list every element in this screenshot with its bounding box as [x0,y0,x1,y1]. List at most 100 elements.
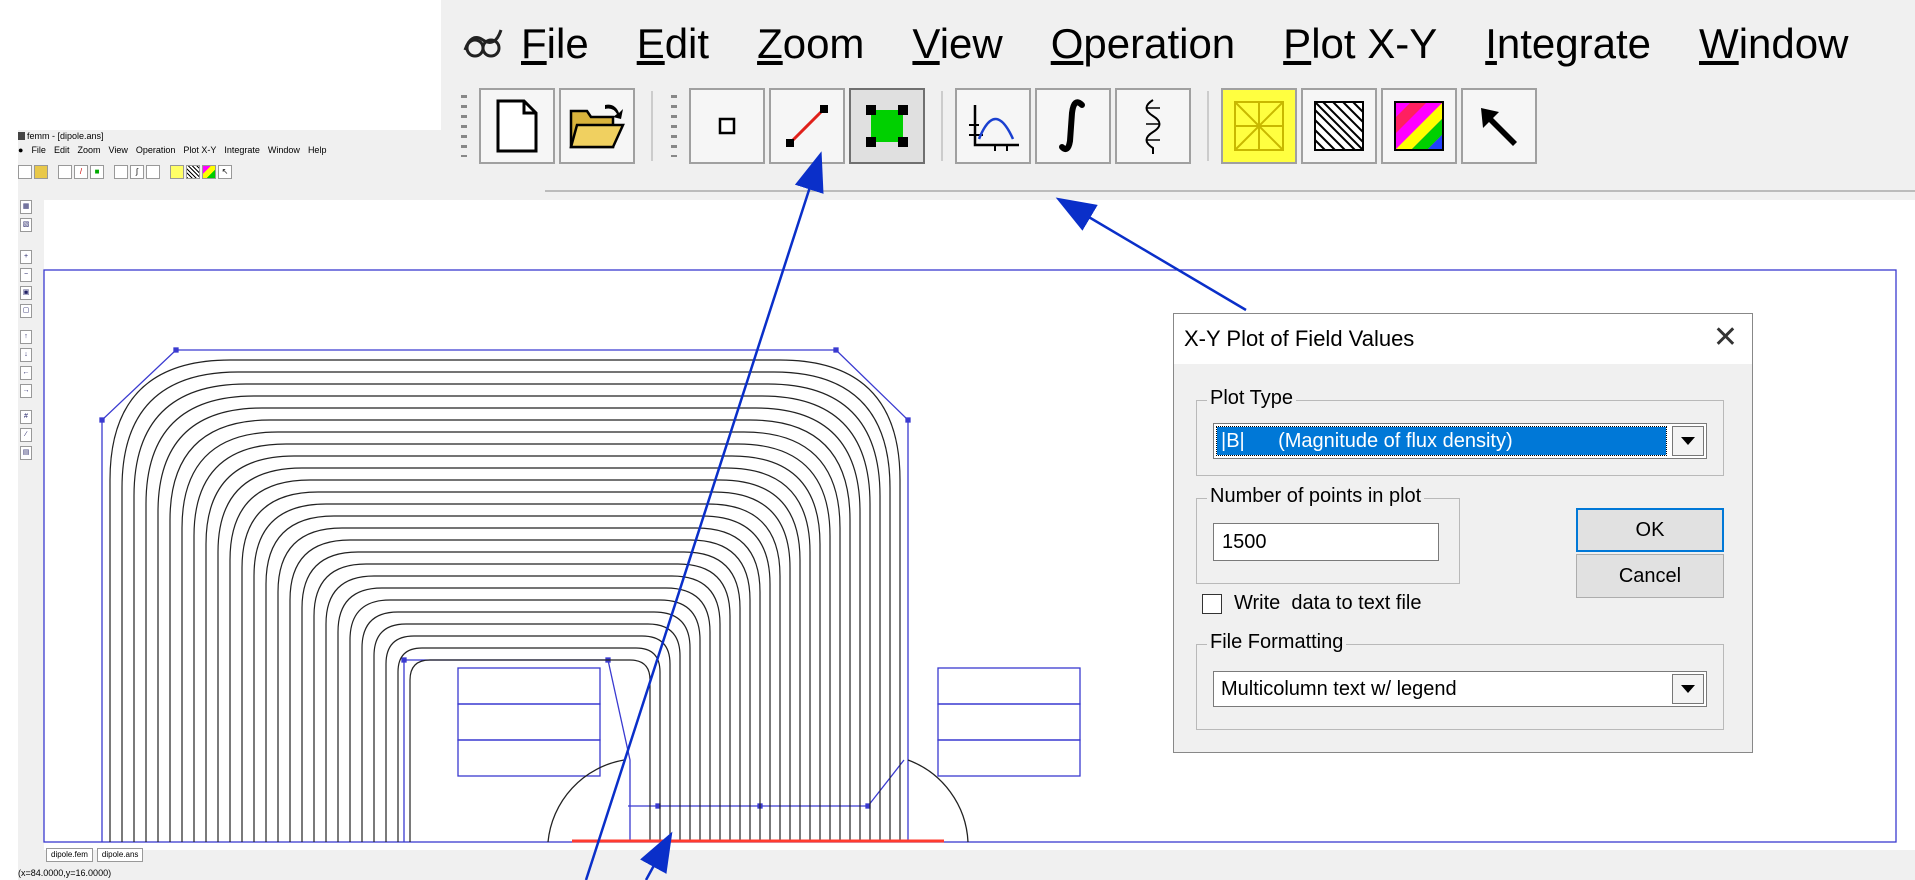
flux-line-12 [253,503,781,842]
dialog-titlebar: X-Y Plot of Field Values ✕ [1174,314,1752,364]
flux-line-2 [133,383,881,842]
flux-line-18 [325,575,721,842]
new-file-button[interactable] [479,88,555,164]
new-file-icon [496,99,538,153]
close-icon[interactable]: ✕ [1713,322,1738,354]
flux-line-17 [313,563,731,842]
flux-line-10 [229,479,801,842]
integrate-button[interactable] [1035,88,1111,164]
yellow-grid-icon [1234,101,1284,151]
select-button[interactable] [1461,88,1537,164]
zoomed-menubar-toolbar: File Edit Zoom View Operation Plot X-Y I… [441,0,1915,200]
fieldline-icon [1145,99,1161,154]
area-mode-button[interactable] [849,88,925,164]
point-mode-icon [718,117,736,135]
document-tabs: dipole.fem dipole.ans [46,848,144,862]
integral-icon [1059,99,1085,152]
xy-plot-button[interactable] [955,88,1031,164]
file-formatting-label: File Formatting [1207,631,1347,654]
flux-lines [109,359,901,842]
points-input[interactable]: 1500 [1213,523,1439,561]
xy-plot-dialog: X-Y Plot of Field Values ✕ Plot Type |B|… [1173,313,1753,753]
menu-operation[interactable]: Operation [1051,16,1235,72]
plot-type-dropdown-button[interactable] [1672,426,1704,456]
flux-line-8 [205,455,821,842]
plot-type-label: Plot Type [1207,387,1297,410]
flux-line-4 [157,407,861,842]
file-formatting-select[interactable]: Multicolumn text w/ legend [1213,671,1707,707]
select-arrow-icon [1481,108,1517,146]
density-grid-button[interactable] [1221,88,1297,164]
tab-dipole-ans[interactable]: dipole.ans [96,848,144,862]
file-formatting-dropdown-button[interactable] [1672,674,1704,704]
point-mode-button[interactable] [689,88,765,164]
flux-line-22 [373,623,681,842]
flux-line-9 [217,467,811,842]
toolbar-separator-3 [1207,91,1209,161]
color-density-icon [1394,101,1444,151]
flux-line-11 [241,491,791,842]
plot-type-select[interactable]: |B| (Magnitude of flux density) [1213,423,1707,459]
node-0 [173,347,179,353]
menu-edit[interactable]: Edit [637,16,709,72]
contour-mode-button[interactable] [769,88,845,164]
points-label: Number of points in plot [1207,485,1425,508]
write-data-label: Write data to text file [1234,592,1422,614]
coil-block-1 [457,703,601,741]
toolbar-grip[interactable] [461,95,467,157]
chevron-down-icon [1681,437,1695,445]
toolbar-bottom-strip [441,190,1915,200]
menu-integrate[interactable]: Integrate [1485,16,1651,72]
open-file-button[interactable] [559,88,635,164]
open-folder-icon [569,104,625,149]
menu-plot-xy[interactable]: Plot X-Y [1283,16,1437,72]
menu-view[interactable]: View [912,16,1002,72]
file-formatting-value: Multicolumn text w/ legend [1221,678,1457,700]
node-1 [833,347,839,353]
flux-line-6 [181,431,841,842]
fieldline-button[interactable] [1115,88,1191,164]
flux-line-24 [397,647,661,842]
window-outline [403,659,631,842]
flux-line-15 [289,539,751,842]
main-toolbar [455,88,1541,164]
flux-line-21 [361,611,691,842]
coil-block-0 [457,667,601,705]
hatch-plot-button[interactable] [1301,88,1377,164]
ok-button[interactable]: OK [1576,508,1724,552]
air-arc-left [547,759,625,843]
toolbar-separator [651,91,653,161]
coil-block-5 [937,739,1081,777]
menu-file[interactable]: File [521,16,589,72]
menubar: File Edit Zoom View Operation Plot X-Y I… [459,16,1848,72]
coil-block-3 [937,667,1081,705]
chevron-down-icon [1681,685,1695,693]
toolbar-separator-2 [941,91,943,161]
menu-zoom[interactable]: Zoom [757,16,864,72]
area-block-icon [866,105,908,147]
flux-line-23 [385,635,671,842]
node-2 [99,417,105,423]
flux-line-16 [301,551,741,842]
tab-dipole-fem[interactable]: dipole.fem [46,848,93,862]
hatch-icon [1314,101,1364,151]
coil-block-2 [457,739,601,777]
femm-logo-icon [463,29,503,58]
points-group: Number of points in plot 1500 [1196,485,1460,584]
contour-line-icon [786,105,828,147]
flux-line-19 [337,587,711,842]
toolbar-grip-2[interactable] [671,95,677,157]
color-density-button[interactable] [1381,88,1457,164]
plot-type-group: Plot Type |B| (Magnitude of flux density… [1196,387,1724,476]
dialog-title: X-Y Plot of Field Values [1184,326,1415,351]
status-bar: (x=84.0000,y=16.0000) [18,868,112,878]
flux-line-13 [265,515,771,842]
cancel-button[interactable]: Cancel [1576,554,1724,598]
write-data-checkbox[interactable] [1202,594,1222,614]
node-4 [401,657,407,663]
menu-window[interactable]: Window [1699,16,1848,72]
coil-block-4 [937,703,1081,741]
file-formatting-group: File Formatting Multicolumn text w/ lege… [1196,631,1724,730]
flux-line-1 [121,371,891,842]
xy-plot-icon [969,105,1019,151]
